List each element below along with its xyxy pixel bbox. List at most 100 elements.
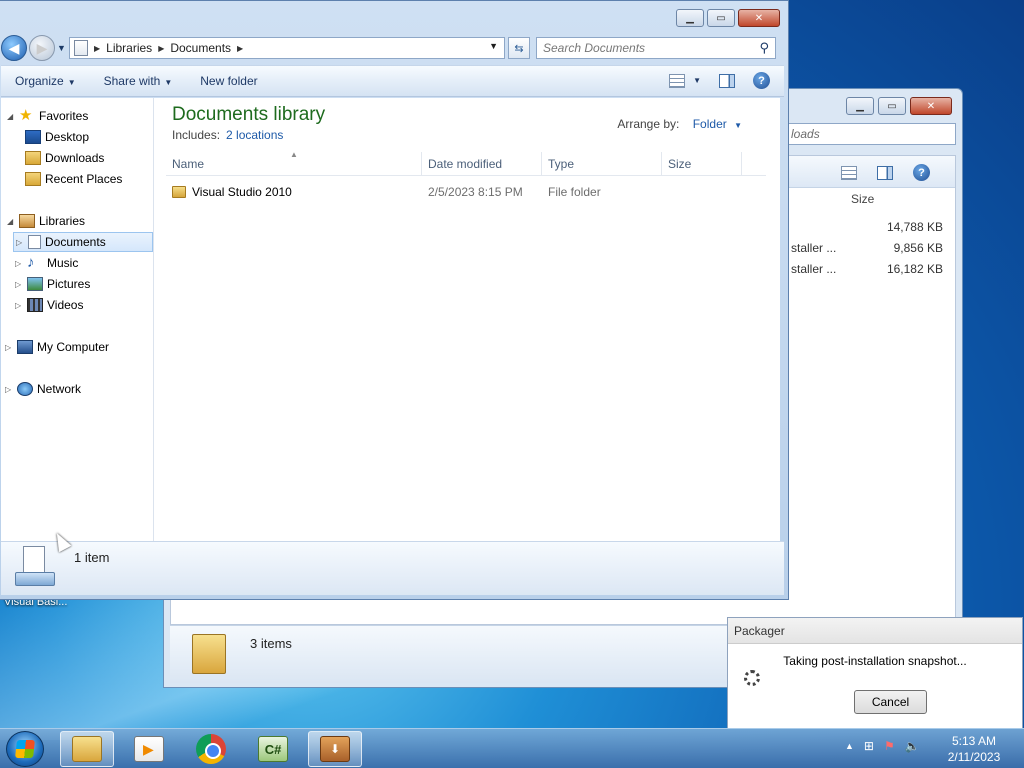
file-date: 2/5/2023 8:15 PM [428,185,523,199]
search-icon[interactable]: ⚲ [759,40,769,56]
maximize-button[interactable]: ▭ [707,9,735,27]
help-icon[interactable]: ? [753,72,770,89]
library-icon [74,40,88,56]
nav-documents[interactable]: ▷ Documents [13,232,153,252]
taskbar: C# ⬇ ▲ ⊞ ⚑ 🔈 5:13 AM 2/11/2023 [0,728,1024,768]
nav-pictures[interactable]: ▷ Pictures [15,274,90,294]
star-icon: ★ [19,107,33,124]
breadcrumb-documents[interactable]: Documents [170,41,231,55]
bg-size-column-header[interactable]: Size [851,192,874,206]
file-row[interactable]: Visual Studio 2010 2/5/2023 8:15 PM File… [166,182,766,204]
csharp-icon: C# [258,736,288,762]
clock[interactable]: 5:13 AM 2/11/2023 [944,733,1004,765]
bg-view-icon[interactable] [841,165,857,180]
taskbar-csharp[interactable]: C# [246,731,300,767]
downloads-icon [25,151,41,165]
bg-maximize-button[interactable]: ▭ [878,97,906,115]
breadcrumb-libraries[interactable]: Libraries [106,41,152,55]
back-button[interactable]: ◀ [1,35,27,61]
recent-places-icon [25,172,41,186]
bg-row-name: staller ... [791,241,837,255]
taskbar-explorer[interactable] [60,731,114,767]
downloads-folder-icon [192,634,226,674]
media-player-icon [134,736,164,762]
nav-network[interactable]: ▷ Network [5,379,81,399]
search-input[interactable]: Search Documents ⚲ [536,37,776,59]
nav-music[interactable]: ▷ ♪ Music [15,253,78,273]
collapse-arrow-icon[interactable]: ◢ [7,217,15,226]
recent-pages-dropdown[interactable]: ▼ [57,43,66,53]
folder-icon [172,186,186,198]
minimize-button[interactable]: ▁ [676,9,704,27]
file-type: File folder [548,185,601,199]
details-pane: 1 item [1,541,784,595]
documents-icon [28,235,41,249]
arrange-by-dropdown[interactable]: Folder [693,117,727,131]
nav-downloads[interactable]: Downloads [25,148,104,168]
organize-button[interactable]: Organize ▼ [1,74,90,88]
nav-libraries[interactable]: ◢ Libraries [7,211,85,231]
refresh-button[interactable]: ⇆ [508,37,530,59]
bg-preview-pane-icon[interactable] [877,165,893,180]
loading-spinner-icon [744,670,760,686]
volume-icon[interactable]: 🔈 [905,739,920,753]
system-tray: ▲ ⊞ ⚑ 🔈 [845,739,920,753]
breadcrumb-chevron-icon[interactable]: ▶ [94,44,100,53]
chevron-down-icon[interactable]: ▼ [693,76,701,85]
start-button[interactable] [6,731,44,767]
action-center-icon[interactable]: ⚑ [884,739,895,753]
expand-arrow-icon[interactable]: ▷ [5,343,13,352]
change-view-icon[interactable] [669,73,686,88]
column-size[interactable]: Size [662,152,742,176]
pictures-icon [27,277,43,291]
bg-row-name: staller ... [791,262,837,276]
nav-desktop[interactable]: Desktop [25,127,89,147]
breadcrumb-chevron-icon[interactable]: ▶ [158,44,164,53]
locations-link[interactable]: 2 locations [226,128,283,142]
bg-search-input[interactable]: loads [784,123,956,145]
taskbar-chrome[interactable] [184,731,238,767]
bg-row-size: 16,182 KB [886,262,943,276]
network-status-icon[interactable]: ⊞ [864,739,874,753]
explorer-window[interactable]: ▁ ▭ ✕ ◀ ▶ ▼ ▶ Libraries ▶ Documents ▶ ▼ … [0,0,789,600]
share-with-button[interactable]: Share with ▼ [90,74,187,88]
nav-videos[interactable]: ▷ Videos [15,295,83,315]
close-button[interactable]: ✕ [738,9,780,27]
address-dropdown-icon[interactable]: ▼ [489,41,498,51]
address-bar[interactable]: ▶ Libraries ▶ Documents ▶ ▼ [69,37,505,59]
column-date-modified[interactable]: Date modified [422,152,542,176]
expand-arrow-icon[interactable]: ▷ [15,259,23,268]
chevron-down-icon[interactable]: ▼ [734,121,742,130]
taskbar-packager[interactable]: ⬇ [308,731,362,767]
column-type[interactable]: Type [542,152,662,176]
dialog-message: Taking post-installation snapshot... [783,654,967,668]
explorer-icon [72,736,102,762]
file-name: Visual Studio 2010 [192,185,292,199]
expand-arrow-icon[interactable]: ▷ [15,280,23,289]
preview-pane-icon[interactable] [719,73,735,88]
bg-minimize-button[interactable]: ▁ [846,97,874,115]
bg-close-button[interactable]: ✕ [910,97,952,115]
nav-my-computer[interactable]: ▷ My Computer [5,337,109,357]
chevron-down-icon: ▼ [67,78,76,87]
new-folder-button[interactable]: New folder [186,74,271,88]
nav-favorites[interactable]: ◢ ★ Favorites [7,106,88,126]
nav-recent-places[interactable]: Recent Places [25,169,122,189]
taskbar-media-player[interactable] [122,731,176,767]
column-name[interactable]: Name [166,152,422,176]
breadcrumb-chevron-icon[interactable]: ▶ [237,44,243,53]
show-hidden-icons-icon[interactable]: ▲ [845,741,854,751]
expand-arrow-icon[interactable]: ▷ [15,301,23,310]
collapse-arrow-icon[interactable]: ◢ [7,112,15,121]
desktop-icon [25,130,41,144]
cancel-button[interactable]: Cancel [854,690,927,714]
expand-arrow-icon[interactable]: ▷ [5,385,13,394]
windows-logo-icon [15,740,35,758]
expand-arrow-icon[interactable]: ▷ [16,238,24,247]
dialog-title: Packager [728,618,1022,644]
forward-button[interactable]: ▶ [29,35,55,61]
packager-dialog[interactable]: Packager Taking post-installation snapsh… [727,617,1023,729]
bg-help-icon[interactable]: ? [913,164,930,181]
search-placeholder: Search Documents [543,41,646,55]
caption-buttons: ▁ ▭ ✕ [676,9,780,27]
